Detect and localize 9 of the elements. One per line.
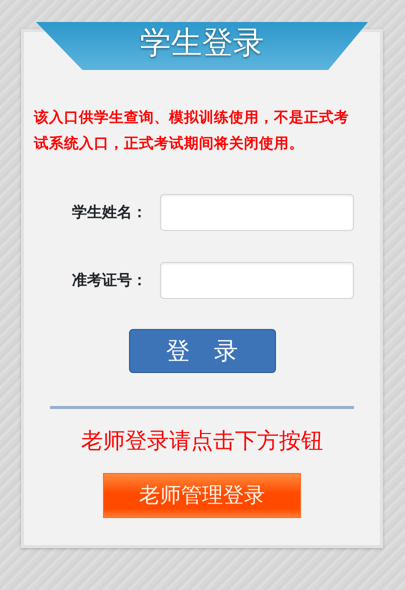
field-label: 学生姓名： [72,202,148,224]
login-button[interactable]: 登 录 [128,329,276,373]
teacher-prompt: 老师登录请点击下方按钮 [80,429,324,456]
teacher-login-button[interactable]: 老师管理登录 [103,473,301,518]
header-ribbon: 学生登录 [36,22,368,70]
notice-text: 该入口供学生查询、模拟训练使用，不是正式考试系统入口，正式考试期间将关闭使用。 [34,108,350,154]
field-label: 准考证号： [72,270,148,292]
input-field[interactable] [160,194,354,231]
input-field[interactable] [160,262,354,299]
